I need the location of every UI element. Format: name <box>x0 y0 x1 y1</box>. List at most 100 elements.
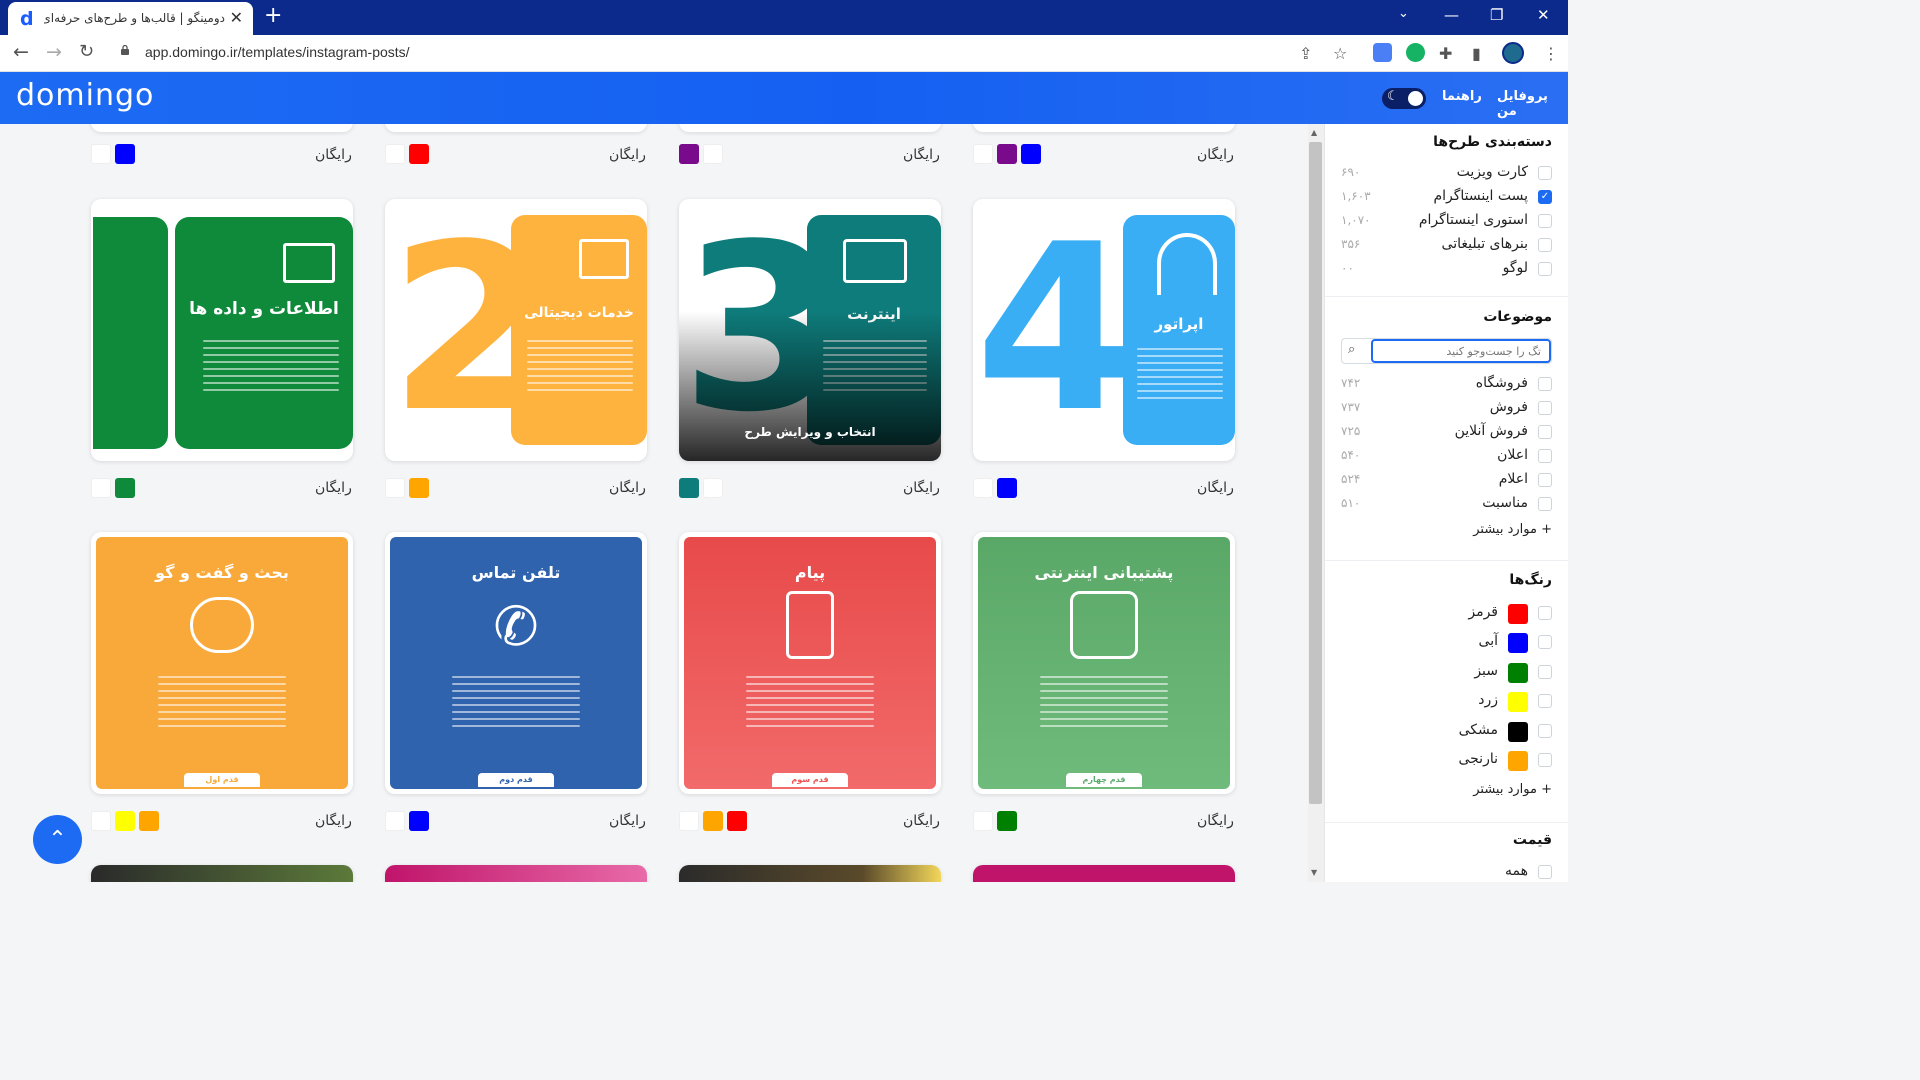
category-item[interactable]: کارت ویزیت ۶۹۰ <box>1341 162 1552 184</box>
color-label: قرمز <box>1468 604 1498 620</box>
category-label: پست اینستاگرام <box>1433 188 1528 204</box>
template-card[interactable]: 2 خدمات دیجیتالی <box>385 199 647 461</box>
category-checkbox[interactable] <box>1538 214 1552 228</box>
color-filter-item[interactable]: آبی <box>1341 631 1552 653</box>
close-tab-icon[interactable]: ✕ <box>230 8 243 27</box>
translate-extension-icon[interactable] <box>1373 43 1392 62</box>
template-card[interactable] <box>385 124 647 132</box>
price-checkbox[interactable] <box>1538 865 1552 879</box>
template-grid: رایگان رایگان رایگان رایگان اطلاعات و دا… <box>0 124 1308 882</box>
template-card[interactable] <box>679 124 941 132</box>
color-checkbox[interactable] <box>1538 665 1552 679</box>
topic-item[interactable]: فروشگاه ۷۴۲ <box>1341 373 1552 395</box>
topics-more-button[interactable]: + موارد بیشتر <box>1473 522 1552 537</box>
color-swatch <box>679 144 699 164</box>
browser-tab[interactable]: d دومینگو | قالب‌ها و طرح‌های حرفه‌ای ✕ <box>8 2 253 35</box>
category-checkbox[interactable] <box>1538 238 1552 252</box>
topic-checkbox[interactable] <box>1538 473 1552 487</box>
topics-search-input[interactable] <box>1371 339 1551 363</box>
template-card[interactable]: اطلاعات و داده ها <box>91 199 353 461</box>
dark-mode-toggle[interactable]: ☾ <box>1382 88 1426 109</box>
color-checkbox[interactable] <box>1538 753 1552 767</box>
template-card[interactable]: پیام قدم سوم <box>679 532 941 794</box>
color-checkbox[interactable] <box>1538 635 1552 649</box>
topic-checkbox[interactable] <box>1538 377 1552 391</box>
topic-checkbox[interactable] <box>1538 425 1552 439</box>
bookmark-star-icon[interactable]: ☆ <box>1333 44 1347 63</box>
color-filter-item[interactable]: زرد <box>1341 690 1552 712</box>
side-panel-icon[interactable]: ▮ <box>1472 44 1481 63</box>
color-filter-item[interactable]: قرمز <box>1341 602 1552 624</box>
color-filter-item[interactable]: سبز <box>1341 661 1552 683</box>
back-to-top-button[interactable]: ⌃ <box>33 815 82 864</box>
color-checkbox[interactable] <box>1538 694 1552 708</box>
template-card[interactable] <box>385 865 647 882</box>
template-card[interactable]: بحث و گفت و گو قدم اول <box>91 532 353 794</box>
template-card[interactable] <box>973 865 1235 882</box>
scrollbar-thumb[interactable] <box>1309 142 1322 804</box>
help-link[interactable]: راهنما <box>1442 89 1482 104</box>
extensions-puzzle-icon[interactable]: ✚ <box>1439 44 1452 63</box>
category-checkbox[interactable]: ✓ <box>1538 190 1552 204</box>
color-filter-item[interactable]: مشکی <box>1341 720 1552 742</box>
color-swatch <box>385 144 405 164</box>
category-checkbox[interactable] <box>1538 166 1552 180</box>
category-item[interactable]: لوگو ۰۰ <box>1341 258 1552 280</box>
minimize-icon[interactable]: — <box>1444 6 1459 24</box>
forward-icon[interactable]: → <box>46 41 62 63</box>
domingo-logo[interactable]: domingo <box>16 78 154 113</box>
template-card[interactable] <box>679 865 941 882</box>
template-title: تلفن تماس <box>471 563 561 582</box>
tab-search-icon[interactable]: ⌄ <box>1398 6 1409 21</box>
topic-item[interactable]: اعلان ۵۴۰ <box>1341 445 1552 467</box>
browser-menu-icon[interactable]: ⋮ <box>1543 44 1559 63</box>
color-filter-item[interactable]: نارنجی <box>1341 749 1552 771</box>
scroll-down-arrow-icon[interactable]: ▼ <box>1311 868 1317 877</box>
color-swatch <box>997 144 1017 164</box>
template-card[interactable]: 3 اینترنت انتخاب و ویرایش طرح <box>679 199 941 461</box>
step-tag: قدم اول <box>184 773 260 787</box>
category-item[interactable]: استوری اینستاگرام ۱,۰۷۰ <box>1341 210 1552 232</box>
template-card[interactable]: 4 اپراتور <box>973 199 1235 461</box>
profile-avatar[interactable] <box>1502 42 1524 64</box>
category-checkbox[interactable] <box>1538 262 1552 276</box>
topic-item[interactable]: فروش ۷۳۷ <box>1341 397 1552 419</box>
profile-link[interactable]: پروفایل من <box>1497 89 1568 119</box>
template-card[interactable]: پشتیبانی اینترنتی قدم چهارم <box>973 532 1235 794</box>
topic-checkbox[interactable] <box>1538 401 1552 415</box>
topic-checkbox[interactable] <box>1538 497 1552 511</box>
price-label: رایگان <box>1197 147 1234 163</box>
category-item[interactable]: بنرهای تبلیغاتی ۳۵۶ <box>1341 234 1552 256</box>
share-icon[interactable]: ⇪ <box>1299 44 1312 63</box>
color-checkbox[interactable] <box>1538 724 1552 738</box>
address-bar: ← → ↻ app.domingo.ir/templates/instagram… <box>0 35 1568 72</box>
more-label: موارد بیشتر <box>1473 522 1537 537</box>
scroll-up-arrow-icon[interactable]: ▲ <box>1311 128 1317 137</box>
back-icon[interactable]: ← <box>13 41 29 63</box>
topic-checkbox[interactable] <box>1538 449 1552 463</box>
close-window-icon[interactable]: ✕ <box>1537 6 1550 24</box>
color-checkbox[interactable] <box>1538 606 1552 620</box>
select-edit-template-button[interactable]: انتخاب و ویرایش طرح <box>679 425 941 439</box>
new-tab-icon[interactable]: + <box>264 3 282 28</box>
topic-item[interactable]: مناسبت ۵۱۰ <box>1341 493 1552 515</box>
template-card[interactable] <box>91 865 353 882</box>
template-card[interactable]: تلفن تماس ✆ قدم دوم <box>385 532 647 794</box>
topic-item[interactable]: فروش آنلاین ۷۲۵ <box>1341 421 1552 443</box>
topic-item[interactable]: اعلام ۵۲۴ <box>1341 469 1552 491</box>
grammarly-extension-icon[interactable] <box>1406 43 1425 62</box>
template-title: پیام <box>794 563 826 582</box>
price-filter-item[interactable]: همه <box>1341 861 1552 883</box>
template-card[interactable] <box>973 124 1235 132</box>
template-card[interactable] <box>91 124 353 132</box>
reload-icon[interactable]: ↻ <box>79 41 94 62</box>
maximize-icon[interactable]: ❐ <box>1490 6 1503 24</box>
category-item[interactable]: ✓ پست اینستاگرام ۱,۶۰۳ <box>1341 186 1552 208</box>
search-icon[interactable]: ⌕ <box>1348 342 1355 357</box>
divider <box>1325 560 1568 561</box>
category-count: ۱,۰۷۰ <box>1341 213 1371 227</box>
url-text[interactable]: app.domingo.ir/templates/instagram-posts… <box>145 44 410 60</box>
color-swatch <box>703 811 723 831</box>
colors-more-button[interactable]: + موارد بیشتر <box>1473 782 1552 797</box>
color-swatch <box>973 811 993 831</box>
